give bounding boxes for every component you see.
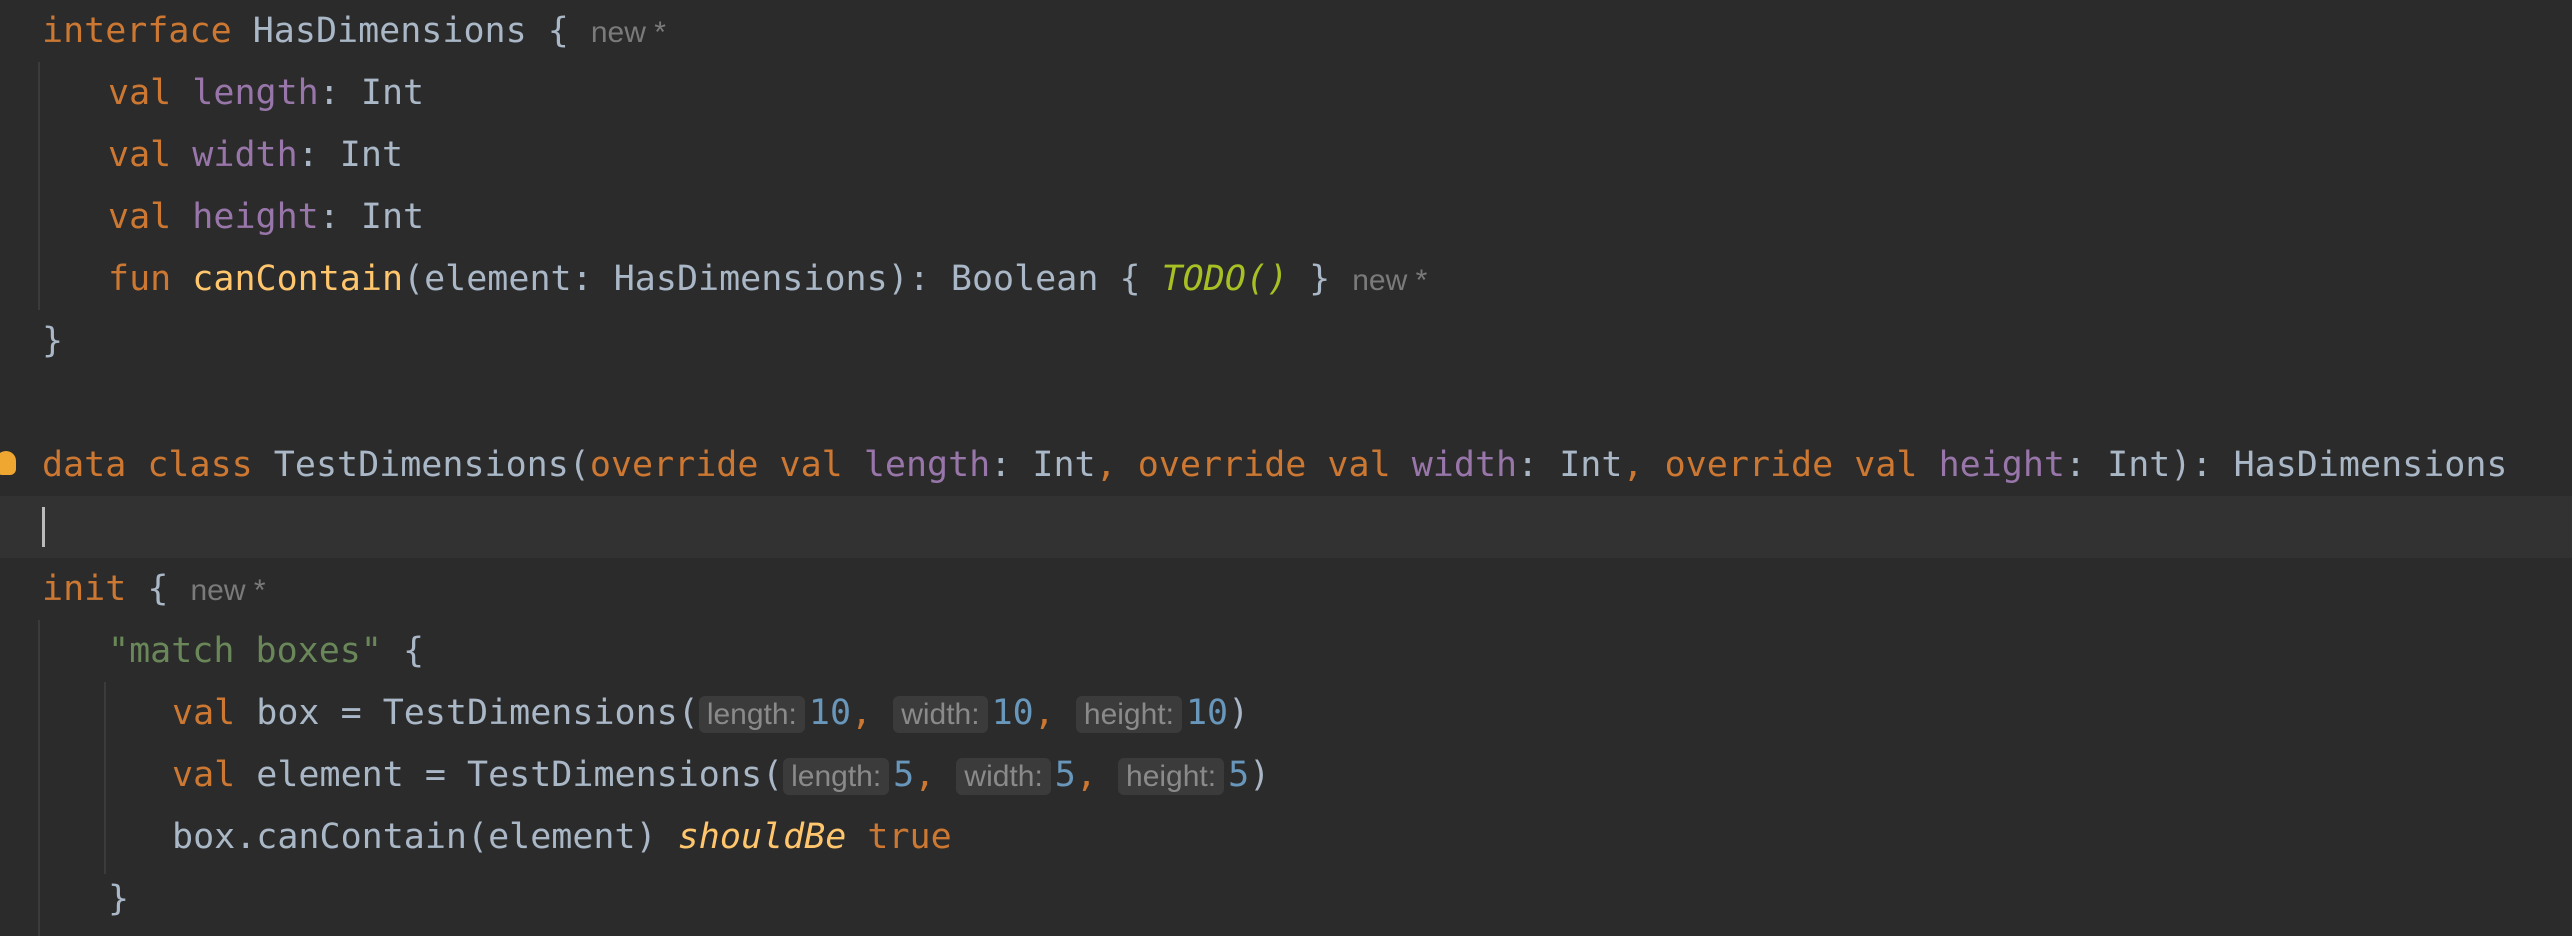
expression: box.canContain(element) bbox=[172, 817, 678, 857]
brace: } bbox=[1288, 259, 1331, 299]
code-line-9-current[interactable] bbox=[0, 496, 2572, 558]
code-line-14: box.canContain(element) shouldBe true bbox=[0, 806, 2572, 868]
code-line-15: } bbox=[0, 868, 2572, 930]
code-editor[interactable]: interface HasDimensions { new * val lengt… bbox=[0, 0, 2572, 936]
interface-name: HasDimensions bbox=[252, 11, 527, 51]
keyword: override val bbox=[589, 445, 843, 485]
keyword: data class bbox=[42, 445, 253, 485]
number-literal: 10 bbox=[991, 693, 1034, 733]
parameter-hint: width: bbox=[893, 696, 988, 733]
property-name: height bbox=[1938, 445, 2065, 485]
keyword: val bbox=[108, 73, 172, 113]
keyword: true bbox=[846, 817, 952, 857]
parameter-hint: length: bbox=[783, 758, 890, 795]
function-name: canContain bbox=[192, 259, 404, 299]
lightbulb-icon[interactable] bbox=[0, 451, 16, 475]
code-line-11: "match boxes" { bbox=[0, 620, 2572, 682]
comma: , bbox=[914, 755, 957, 795]
code-line-2: val length: Int bbox=[0, 62, 2572, 124]
declaration: element = TestDimensions( bbox=[235, 755, 784, 795]
parameter-hint: length: bbox=[698, 696, 805, 733]
number-literal: 5 bbox=[1228, 755, 1250, 795]
number-literal: 10 bbox=[1185, 693, 1229, 733]
code-line-8: data class TestDimensions(override val l… bbox=[0, 434, 2572, 496]
new-inlay-hint[interactable]: new * bbox=[591, 16, 666, 49]
comma: , bbox=[1075, 755, 1119, 795]
keyword: init bbox=[42, 569, 127, 609]
type-annotation: : Int bbox=[297, 135, 404, 175]
brace: } bbox=[42, 321, 64, 361]
keyword: val bbox=[172, 693, 236, 733]
parameter-hint: height: bbox=[1118, 758, 1225, 795]
brace: { bbox=[126, 569, 169, 609]
keyword: val bbox=[172, 755, 236, 795]
keyword: val bbox=[108, 197, 172, 237]
type-annotation: : Int bbox=[990, 445, 1096, 485]
type-annotation: : Int bbox=[2065, 445, 2171, 485]
code-line-1: interface HasDimensions { new * bbox=[0, 0, 2572, 62]
function-signature: (element: HasDimensions): Boolean { bbox=[403, 259, 1162, 299]
number-literal: 5 bbox=[1054, 755, 1076, 795]
keyword: val bbox=[108, 135, 172, 175]
type-annotation: : Int bbox=[318, 73, 425, 113]
brace: { bbox=[381, 631, 425, 671]
code-line-12: val box = TestDimensions(length: 10, widt… bbox=[0, 682, 2572, 744]
number-literal: 10 bbox=[808, 693, 852, 733]
text-caret bbox=[42, 507, 45, 547]
code-line-5: fun canContain(element: HasDimensions): … bbox=[0, 248, 2572, 310]
property-name: width bbox=[1411, 445, 1518, 485]
comma: , bbox=[1033, 693, 1076, 733]
code-line-4: val height: Int bbox=[0, 186, 2572, 248]
code-line-3: val width: Int bbox=[0, 124, 2572, 186]
comma: , bbox=[851, 693, 894, 733]
property-name: width bbox=[192, 135, 298, 175]
property-name: length bbox=[863, 445, 991, 485]
keyword: interface bbox=[42, 11, 232, 51]
keyword: override val bbox=[1137, 445, 1391, 485]
brace: } bbox=[108, 879, 130, 919]
type-annotation: : Int bbox=[318, 197, 425, 237]
comma: , bbox=[1095, 445, 1138, 485]
todo-call: TODO() bbox=[1161, 259, 1289, 299]
code-line-6: } bbox=[0, 310, 2572, 372]
parameter-hint: height: bbox=[1075, 696, 1182, 733]
comma: , bbox=[1622, 445, 1665, 485]
number-literal: 5 bbox=[893, 755, 915, 795]
paren: ) bbox=[1249, 755, 1271, 795]
paren: ) bbox=[1228, 693, 1250, 733]
property-name: height bbox=[192, 197, 319, 237]
keyword: override val bbox=[1664, 445, 1918, 485]
parameter-hint: width: bbox=[956, 758, 1051, 795]
brace: { bbox=[526, 11, 569, 51]
declaration: box = TestDimensions( bbox=[235, 693, 699, 733]
class-name: TestDimensions( bbox=[273, 445, 590, 485]
code-line-13: val element = TestDimensions(length: 5, w… bbox=[0, 744, 2572, 806]
property-name: length bbox=[192, 73, 319, 113]
new-inlay-hint[interactable]: new * bbox=[1352, 264, 1427, 297]
string-literal: "match boxes" bbox=[108, 631, 382, 671]
type-annotation: : Int bbox=[1517, 445, 1623, 485]
supertype: ): HasDimensions bbox=[2170, 445, 2508, 485]
code-line-10: init { new * bbox=[0, 558, 2572, 620]
keyword: fun bbox=[108, 259, 172, 299]
infix-function: shouldBe bbox=[677, 817, 847, 857]
new-inlay-hint[interactable]: new * bbox=[190, 574, 265, 607]
